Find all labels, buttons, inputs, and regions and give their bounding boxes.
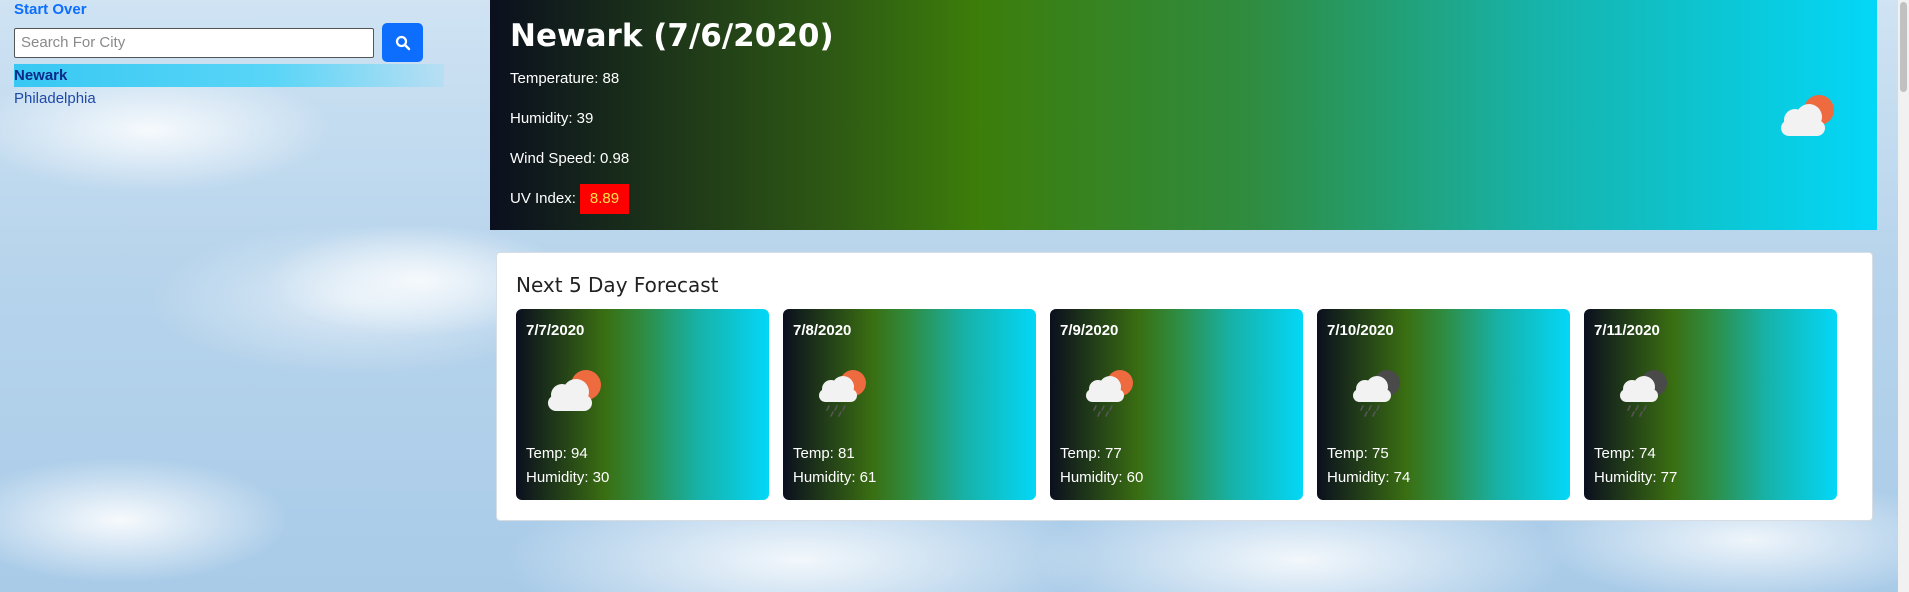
uv-index-badge: 8.89 — [579, 184, 630, 214]
search-icon — [395, 35, 410, 50]
current-weather-panel: Newark (7/6/2020) Temperature: 88 Humidi… — [490, 0, 1877, 230]
forecast-card: 7/8/2020 Temp: 81 Humidity: 61 — [783, 309, 1036, 500]
forecast-humidity: Humidity: 74 — [1327, 469, 1411, 486]
scrollbar-thumb[interactable] — [1900, 2, 1907, 92]
forecast-date: 7/8/2020 — [793, 322, 852, 339]
cloud-rain-night-icon — [1341, 365, 1411, 422]
forecast-date: 7/7/2020 — [526, 322, 585, 339]
page-scrollbar[interactable] — [1898, 0, 1909, 592]
forecast-temp: Temp: 75 — [1327, 445, 1389, 462]
forecast-temp: Temp: 94 — [526, 445, 588, 462]
cloud-sun-rain-icon — [1074, 365, 1144, 422]
search-button[interactable] — [382, 23, 423, 62]
city-history-list: Newark Philadelphia — [14, 64, 454, 110]
forecast-date: 7/9/2020 — [1060, 322, 1119, 339]
forecast-temp: Temp: 77 — [1060, 445, 1122, 462]
search-input[interactable] — [14, 27, 374, 58]
partly-cloudy-sun-icon — [1773, 90, 1843, 147]
cloud-sun-rain-icon — [807, 365, 877, 422]
cloud-rain-night-icon — [1608, 365, 1678, 422]
forecast-card: 7/7/2020 Temp: 94 Humidity: 30 — [516, 309, 769, 500]
current-wind-speed: Wind Speed: 0.98 — [510, 150, 630, 167]
forecast-temp: Temp: 81 — [793, 445, 855, 462]
start-over-link[interactable]: Start Over — [14, 1, 87, 18]
sidebar: Start Over Newark Philadelphia — [14, 0, 454, 110]
city-item-newark[interactable]: Newark — [14, 64, 444, 87]
forecast-panel: Next 5 Day Forecast 7/7/2020 Temp: 94 Hu… — [496, 252, 1873, 521]
current-uv-row: UV Index: 8.89 — [510, 184, 630, 214]
search-row — [14, 23, 454, 62]
city-item-philadelphia[interactable]: Philadelphia — [14, 87, 454, 110]
current-temperature: Temperature: 88 — [510, 70, 620, 87]
current-humidity: Humidity: 39 — [510, 110, 594, 127]
forecast-humidity: Humidity: 77 — [1594, 469, 1678, 486]
cloud-sun-icon — [540, 365, 610, 422]
forecast-cards: 7/7/2020 Temp: 94 Humidity: 30 7/8/2020 — [516, 309, 1837, 500]
uv-label: UV Index: — [510, 189, 576, 207]
forecast-humidity: Humidity: 61 — [793, 469, 877, 486]
forecast-date: 7/10/2020 — [1327, 322, 1394, 339]
forecast-humidity: Humidity: 60 — [1060, 469, 1144, 486]
forecast-heading: Next 5 Day Forecast — [516, 273, 719, 297]
current-city-title: Newark (7/6/2020) — [510, 18, 834, 54]
forecast-card: 7/9/2020 Temp: 77 Humidity: 60 — [1050, 309, 1303, 500]
forecast-temp: Temp: 74 — [1594, 445, 1656, 462]
forecast-humidity: Humidity: 30 — [526, 469, 610, 486]
forecast-card: 7/10/2020 Temp: 75 Humidity: 74 — [1317, 309, 1570, 500]
forecast-date: 7/11/2020 — [1594, 322, 1660, 339]
forecast-card: 7/11/2020 Temp: 74 Humidity: 77 — [1584, 309, 1837, 500]
